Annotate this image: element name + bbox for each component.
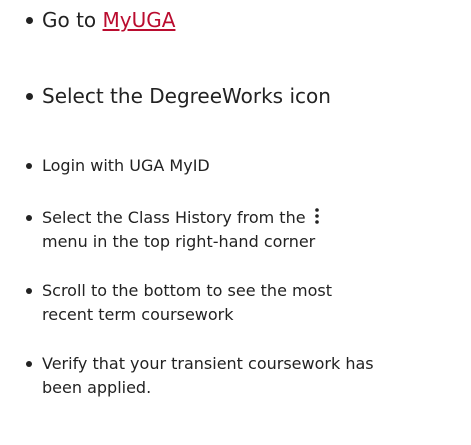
bullet [20, 154, 42, 178]
step-text: Select the Class History from the menu in… [42, 206, 461, 254]
vertical-ellipsis-menu-icon [314, 208, 319, 224]
step-text-before-icon: Select the Class History from the [42, 208, 306, 227]
step-text: Scroll to the bottom to see the most rec… [42, 281, 332, 324]
bullet [20, 279, 42, 303]
step-verify-coursework: Verify that your transient coursework ha… [20, 352, 461, 400]
step-prefix: Go to [42, 8, 103, 32]
bullet [20, 8, 42, 32]
step-select-class-history: Select the Class History from the menu in… [20, 206, 461, 254]
step-text: Go to MyUGA [42, 8, 461, 32]
bullet [20, 84, 42, 108]
step-text: Select the DegreeWorks icon [42, 84, 331, 108]
step-select-degreeworks: Select the DegreeWorks icon [20, 84, 461, 108]
bullet [20, 352, 42, 376]
step-login: Login with UGA MyID [20, 154, 461, 178]
bullet [20, 206, 42, 230]
myuga-link[interactable]: MyUGA [103, 8, 176, 32]
step-text: Verify that your transient coursework ha… [42, 354, 374, 397]
step-go-to-myuga: Go to MyUGA [20, 8, 461, 32]
step-scroll-to-bottom: Scroll to the bottom to see the most rec… [20, 279, 461, 327]
step-text-after-icon: menu in the top right-hand corner [42, 232, 316, 251]
step-text: Login with UGA MyID [42, 156, 210, 175]
